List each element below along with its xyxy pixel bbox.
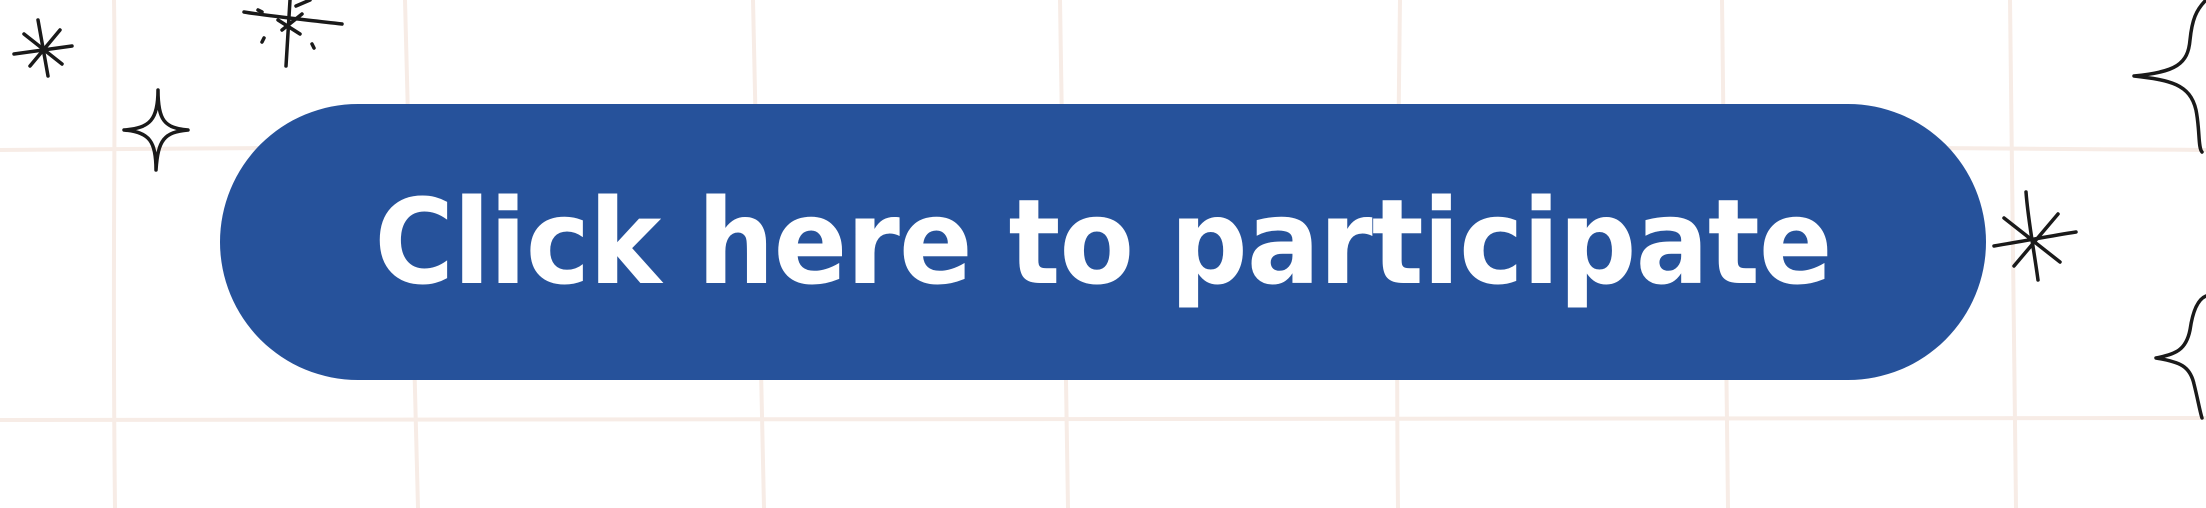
participate-button[interactable]: Click here to participate [220, 104, 1986, 380]
participate-button-label: Click here to participate [374, 173, 1832, 311]
banner-canvas: Click here to participate [0, 0, 2206, 508]
